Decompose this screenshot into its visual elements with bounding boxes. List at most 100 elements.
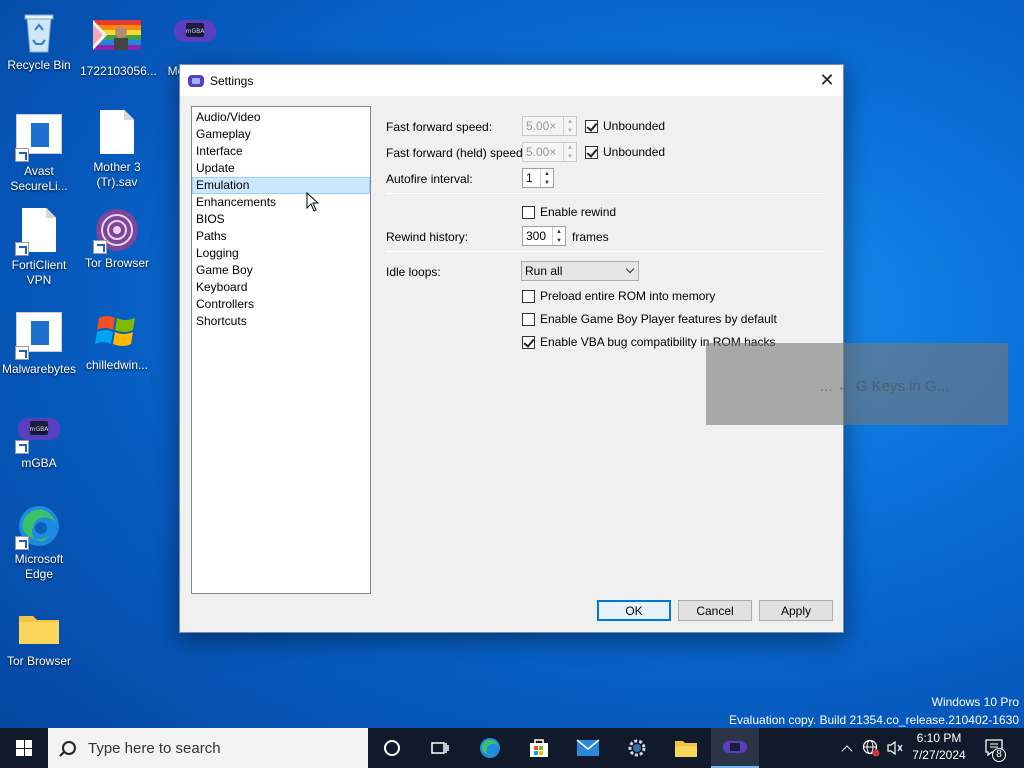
task-view-icon bbox=[431, 742, 449, 754]
nav-item-game-boy[interactable]: Game Boy bbox=[192, 262, 370, 279]
autofire-spinbox[interactable]: 1 ▲ ▼ bbox=[522, 168, 554, 188]
checkbox-checked-icon bbox=[522, 335, 535, 349]
spin-down-icon[interactable]: ▼ bbox=[541, 178, 553, 187]
desktop-icon-image[interactable]: 1722103056... bbox=[80, 14, 157, 79]
fast-forward-spinbox[interactable]: 5.00× ▲ ▼ bbox=[522, 116, 577, 136]
rewind-history-value: 300 bbox=[526, 229, 547, 243]
nav-item-shortcuts[interactable]: Shortcuts bbox=[192, 313, 370, 330]
nav-item-controllers[interactable]: Controllers bbox=[192, 296, 370, 313]
rewind-history-spinbox[interactable]: 300 ▲ ▼ bbox=[522, 226, 566, 246]
nav-item-keyboard[interactable]: Keyboard bbox=[192, 279, 370, 296]
gameboy-advance-icon bbox=[723, 741, 747, 753]
shortcut-arrow-icon bbox=[15, 440, 29, 454]
mouse-cursor-icon bbox=[306, 192, 320, 212]
gb-player-checkbox[interactable]: Enable Game Boy Player features by defau… bbox=[522, 312, 777, 326]
desktop-icon-malwarebytes[interactable]: Malwarebytes bbox=[2, 308, 76, 377]
spin-down-icon[interactable]: ▼ bbox=[564, 126, 576, 135]
nav-item-enhancements[interactable]: Enhancements bbox=[192, 194, 370, 211]
desktop-icon-tor-browser[interactable]: Tor Browser bbox=[80, 206, 154, 271]
taskbar-edge[interactable] bbox=[466, 728, 514, 768]
rewind-history-label: Rewind history: bbox=[386, 230, 469, 244]
desktop-icon-label: Mother 3 (Tr).sav bbox=[93, 160, 141, 189]
spin-up-icon[interactable]: ▲ bbox=[564, 117, 576, 126]
show-hidden-icons-button[interactable] bbox=[838, 728, 856, 768]
start-button[interactable] bbox=[0, 728, 48, 768]
preload-rom-checkbox[interactable]: Preload entire ROM into memory bbox=[522, 289, 715, 303]
gameboy-advance-icon: mGBA bbox=[15, 406, 63, 454]
windows-logo-icon bbox=[16, 740, 32, 756]
nav-item-paths[interactable]: Paths bbox=[192, 228, 370, 245]
gear-icon bbox=[628, 739, 646, 757]
fast-forward-unbounded-checkbox[interactable]: Unbounded bbox=[585, 119, 665, 133]
taskbar-search-box[interactable]: Type here to search bbox=[48, 728, 368, 768]
desktop-icon-label: 1722103056... bbox=[80, 64, 157, 78]
spin-up-icon[interactable]: ▲ bbox=[564, 143, 576, 152]
nav-item-interface[interactable]: Interface bbox=[192, 143, 370, 160]
shortcut-arrow-icon bbox=[15, 242, 29, 256]
dialog-titlebar[interactable]: Settings ✕ bbox=[180, 65, 843, 96]
folder-icon bbox=[675, 741, 697, 757]
enable-rewind-checkbox[interactable]: Enable rewind bbox=[522, 205, 616, 219]
fast-forward-held-spinbox[interactable]: 5.00× ▲ ▼ bbox=[522, 142, 577, 162]
nav-item-update[interactable]: Update bbox=[192, 160, 370, 177]
nav-item-audio-video[interactable]: Audio/Video bbox=[192, 109, 370, 126]
network-globe-icon bbox=[862, 739, 880, 757]
taskbar-settings[interactable] bbox=[613, 728, 661, 768]
desktop-icon-tor-folder[interactable]: Tor Browser bbox=[2, 604, 76, 669]
checkbox-checked-icon bbox=[585, 119, 598, 133]
ok-button[interactable]: OK bbox=[597, 600, 671, 621]
fast-forward-value: 5.00× bbox=[526, 119, 557, 133]
desktop-icon-edge[interactable]: Microsoft Edge bbox=[2, 502, 76, 582]
desktop-icon-chilledwin[interactable]: chilledwin... bbox=[80, 308, 154, 373]
desktop-icon-label: Tor Browser bbox=[6, 654, 71, 668]
nav-item-gameplay[interactable]: Gameplay bbox=[192, 126, 370, 143]
document-icon bbox=[93, 110, 141, 158]
fast-forward-unbounded-label: Unbounded bbox=[603, 119, 666, 133]
fast-forward-held-unbounded-checkbox[interactable]: Unbounded bbox=[585, 145, 665, 159]
spin-up-icon[interactable]: ▲ bbox=[541, 169, 553, 178]
taskbar-store[interactable] bbox=[515, 728, 563, 768]
svg-text:mGBA: mGBA bbox=[186, 28, 206, 35]
edge-browser-icon bbox=[480, 738, 500, 758]
cortana-button[interactable] bbox=[368, 728, 416, 768]
nav-item-logging[interactable]: Logging bbox=[192, 245, 370, 262]
idle-loops-select[interactable]: Run all bbox=[521, 261, 639, 281]
nav-item-emulation[interactable]: Emulation bbox=[192, 177, 370, 194]
clock-date: 7/27/2024 bbox=[912, 748, 966, 762]
windows-edition-watermark: Windows 10 Pro bbox=[931, 695, 1019, 709]
spin-down-icon[interactable]: ▼ bbox=[553, 236, 565, 245]
shortcut-arrow-icon bbox=[15, 536, 29, 550]
taskbar-mgba[interactable] bbox=[711, 728, 759, 768]
desktop-icon-label: chilledwin... bbox=[85, 358, 149, 372]
checkbox-unchecked-icon bbox=[522, 312, 535, 326]
enable-rewind-label: Enable rewind bbox=[540, 205, 617, 219]
shortcut-arrow-icon bbox=[15, 346, 29, 360]
desktop-icon-mother3-sav[interactable]: Mother 3 (Tr).sav bbox=[80, 108, 154, 190]
taskbar-clock[interactable]: 6:10 PM 7/27/2024 bbox=[900, 730, 978, 764]
tor-browser-icon bbox=[93, 206, 141, 254]
autofire-value: 1 bbox=[526, 171, 533, 185]
close-button[interactable]: ✕ bbox=[811, 65, 843, 96]
desktop-icon-mgba[interactable]: mGBA mGBA bbox=[2, 406, 76, 471]
shortcut-arrow-icon bbox=[15, 148, 29, 162]
network-tray-button[interactable] bbox=[860, 728, 882, 768]
taskbar-mail[interactable] bbox=[564, 728, 612, 768]
folder-icon bbox=[15, 604, 63, 652]
desktop-icon-label: Avast SecureLi... bbox=[10, 164, 68, 193]
desktop-icon-forticlient[interactable]: FortiClient VPN bbox=[2, 206, 76, 288]
autofire-label: Autofire interval: bbox=[386, 172, 473, 186]
spin-up-icon[interactable]: ▲ bbox=[553, 227, 565, 236]
taskbar-file-explorer[interactable] bbox=[662, 728, 710, 768]
spin-down-icon[interactable]: ▼ bbox=[564, 152, 576, 161]
nav-item-bios[interactable]: BIOS bbox=[192, 211, 370, 228]
fast-forward-held-value: 5.00× bbox=[526, 145, 557, 159]
rewind-history-unit: frames bbox=[572, 230, 609, 244]
edge-browser-icon bbox=[15, 502, 63, 550]
cancel-button[interactable]: Cancel bbox=[678, 600, 752, 621]
action-center-button[interactable]: 8 bbox=[980, 728, 1010, 768]
desktop-icon-recycle-bin[interactable]: Recycle Bin bbox=[2, 8, 76, 73]
desktop-icon-avast[interactable]: Avast SecureLi... bbox=[2, 110, 76, 194]
task-view-button[interactable] bbox=[416, 728, 464, 768]
search-placeholder: Type here to search bbox=[88, 739, 221, 757]
apply-button[interactable]: Apply bbox=[759, 600, 833, 621]
